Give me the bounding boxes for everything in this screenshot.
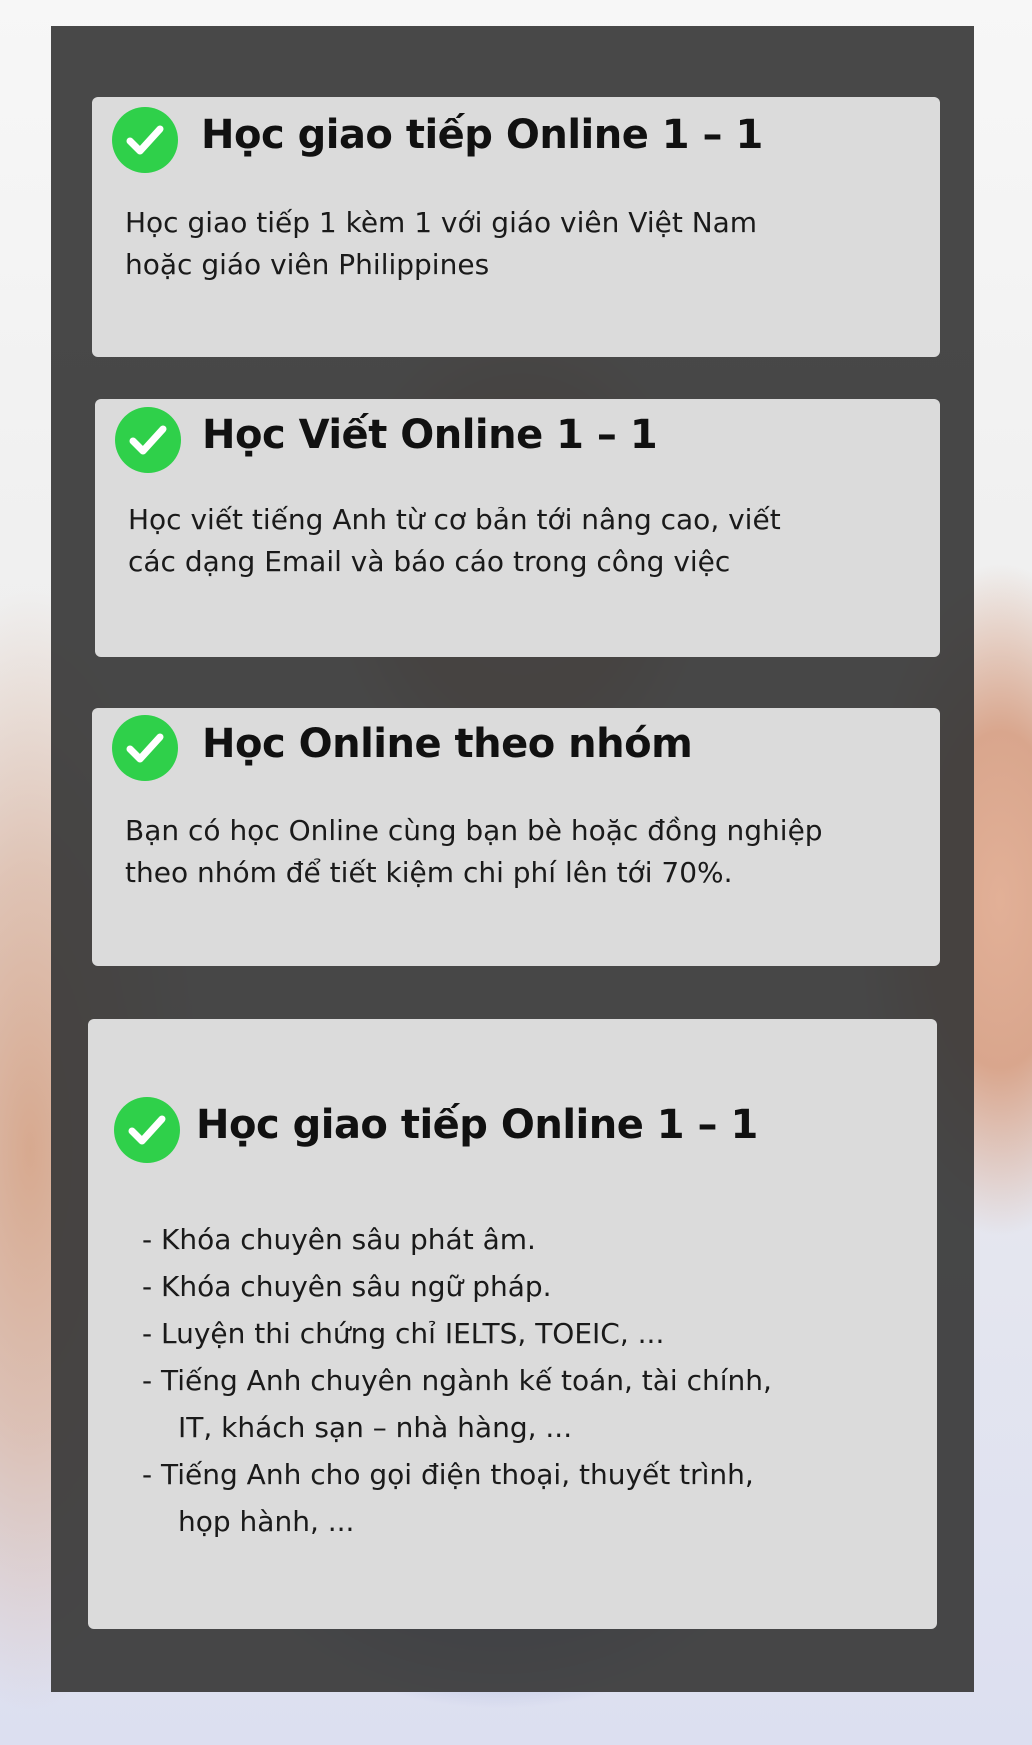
card-description-line: theo nhóm để tiết kiệm chi phí lên tới 7… [125, 856, 733, 889]
feature-card-writing: Học Viết Online 1 – 1 Học viết tiếng Anh… [95, 399, 940, 657]
check-circle-icon [112, 715, 178, 781]
list-item: - Tiếng Anh chuyên ngành kế toán, tài ch… [142, 1364, 772, 1397]
list-item-continuation: họp hành, ... [178, 1505, 355, 1538]
card-description-line: Bạn có học Online cùng bạn bè hoặc đồng … [125, 814, 823, 847]
list-item: - Khóa chuyên sâu phát âm. [142, 1223, 536, 1256]
list-item: - Luyện thi chứng chỉ IELTS, TOEIC, ... [142, 1317, 665, 1350]
check-circle-icon [112, 107, 178, 173]
card-description-line: các dạng Email và báo cáo trong công việ… [128, 545, 731, 578]
list-item: - Khóa chuyên sâu ngữ pháp. [142, 1270, 552, 1303]
card-description-line: Học viết tiếng Anh từ cơ bản tới nâng ca… [128, 503, 781, 536]
card-title: Học giao tiếp Online 1 – 1 [201, 112, 763, 158]
card-description-line: Học giao tiếp 1 kèm 1 với giáo viên Việt… [125, 206, 758, 239]
card-title: Học Viết Online 1 – 1 [202, 412, 658, 458]
card-title: Học giao tiếp Online 1 – 1 [196, 1102, 758, 1148]
feature-card-courses: Học giao tiếp Online 1 – 1 - Khóa chuyên… [88, 1019, 937, 1629]
card-title: Học Online theo nhóm [202, 721, 693, 767]
feature-card-group: Học Online theo nhóm Bạn có học Online c… [92, 708, 940, 966]
course-list: - Khóa chuyên sâu phát âm. - Khóa chuyên… [142, 1216, 772, 1545]
features-panel: Học giao tiếp Online 1 – 1 Học giao tiếp… [51, 26, 974, 1692]
feature-card-communication: Học giao tiếp Online 1 – 1 Học giao tiếp… [92, 97, 940, 357]
check-circle-icon [114, 1097, 180, 1163]
check-circle-icon [115, 407, 181, 473]
list-item-continuation: IT, khách sạn – nhà hàng, ... [178, 1411, 573, 1444]
card-description-line: hoặc giáo viên Philippines [125, 248, 490, 281]
list-item: - Tiếng Anh cho gọi điện thoại, thuyết t… [142, 1458, 754, 1491]
